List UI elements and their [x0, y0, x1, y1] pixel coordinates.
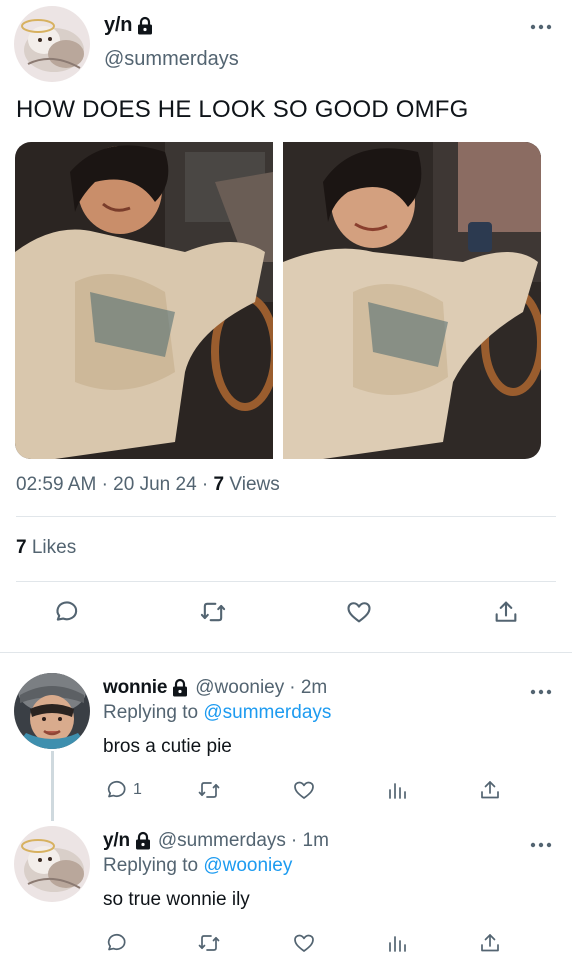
replying-mention[interactable]: @summerdays [203, 702, 331, 723]
reply-handle[interactable]: @summerdays [158, 830, 286, 852]
lock-icon [134, 831, 152, 851]
views-label: Views [229, 474, 280, 495]
reply-tweet[interactable]: y/n @summerdays · 1m Replying to @woonie… [0, 806, 572, 960]
retweet-icon[interactable] [197, 929, 221, 957]
reply-icon[interactable]: 1 [104, 776, 142, 804]
analytics-icon[interactable] [385, 776, 409, 804]
retweet-icon[interactable] [197, 596, 229, 628]
author-display-name[interactable]: y/n [104, 14, 132, 37]
reply-time[interactable]: · 1m [291, 830, 329, 852]
avatar[interactable] [14, 6, 90, 82]
tweet-time[interactable]: 02:59 AM [16, 474, 96, 495]
replying-mention[interactable]: @wooniey [203, 855, 292, 876]
reply-action-bar [0, 929, 572, 959]
heart-icon[interactable] [292, 776, 316, 804]
replying-to: Replying to @summerdays [103, 702, 331, 724]
reply-time[interactable]: · 2m [289, 677, 327, 699]
tweet-date[interactable]: 20 Jun 24 [113, 474, 196, 495]
tweet-photo-1[interactable] [15, 142, 273, 459]
meta-separator: · [201, 474, 209, 495]
likes-count: 7 [16, 537, 27, 558]
reply-handle[interactable]: @wooniey [195, 677, 284, 699]
lock-icon [171, 678, 189, 698]
share-icon[interactable] [490, 596, 522, 628]
meta-separator: · [101, 474, 108, 495]
reply-display-name[interactable]: y/n [103, 830, 130, 852]
author-handle[interactable]: @summerdays [104, 48, 239, 71]
tweet-text: HOW DOES HE LOOK SO GOOD OMFG [16, 96, 469, 123]
author-name-row: y/n [104, 14, 154, 37]
heart-icon[interactable] [343, 596, 375, 628]
divider [16, 581, 556, 582]
replying-prefix: Replying to [103, 855, 199, 876]
share-icon[interactable] [478, 929, 502, 957]
reply-count: 1 [133, 781, 142, 798]
heart-icon[interactable] [292, 929, 316, 957]
share-icon[interactable] [478, 776, 502, 804]
reply-icon[interactable] [50, 596, 82, 628]
reply-text: so true wonnie ily [103, 889, 250, 910]
likes-label: Likes [31, 537, 77, 558]
reply-tweet[interactable]: wonnie @wooniey · 2m Replying to @summer… [0, 653, 572, 821]
lock-icon [136, 16, 154, 36]
avatar[interactable] [14, 826, 90, 902]
more-icon[interactable] [530, 836, 552, 854]
reply-action-bar: 1 [0, 776, 572, 806]
replying-prefix: Replying to [103, 702, 199, 723]
analytics-icon[interactable] [385, 929, 409, 957]
reply-icon[interactable] [104, 929, 128, 957]
views-count: 7 [213, 474, 225, 495]
more-icon[interactable] [530, 683, 552, 701]
reply-name-row: wonnie @wooniey · 2m [103, 677, 327, 699]
retweet-icon[interactable] [197, 776, 221, 804]
reply-text: bros a cutie pie [103, 736, 232, 757]
tweet-action-bar [0, 596, 572, 636]
tweet-meta: 02:59 AM · 20 Jun 24 · 7 Views [16, 474, 280, 496]
tweet-photo-2[interactable] [283, 142, 541, 459]
replying-to: Replying to @wooniey [103, 855, 292, 877]
reply-display-name[interactable]: wonnie [103, 677, 167, 699]
divider [16, 516, 556, 517]
more-icon[interactable] [530, 18, 552, 36]
likes-stat[interactable]: 7 Likes [16, 537, 76, 559]
reply-name-row: y/n @summerdays · 1m [103, 830, 329, 852]
avatar[interactable] [14, 673, 90, 749]
